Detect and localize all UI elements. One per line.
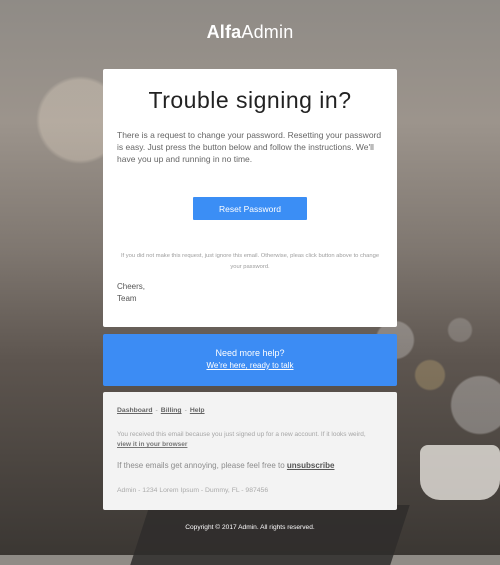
received-notice: You received this email because you just… — [117, 430, 383, 450]
received-text: You received this email because you just… — [117, 431, 366, 438]
ignore-note: If you did not make this request, just i… — [120, 253, 380, 270]
footer-link-dashboard[interactable]: Dashboard — [117, 407, 153, 414]
logo-regular-text: Admin — [241, 22, 294, 42]
copyright: Copyright © 2017 Admin. All rights reser… — [185, 524, 315, 531]
unsubscribe-notice: If these emails get annoying, please fee… — [117, 461, 383, 470]
footer-link-help[interactable]: Help — [190, 407, 205, 414]
page-title: Trouble signing in? — [148, 87, 352, 113]
help-title: Need more help? — [215, 348, 285, 358]
signoff-cheers: Cheers, — [117, 282, 146, 291]
background-laptop — [130, 505, 410, 565]
instructions-text: There is a request to change your passwo… — [117, 130, 382, 164]
contact-link[interactable]: We’re here, ready to talk — [103, 361, 397, 370]
footer-link-billing[interactable]: Billing — [161, 407, 182, 414]
footer-separator: - — [184, 407, 187, 414]
view-in-browser-link[interactable]: view it in your browser — [117, 441, 187, 448]
reset-password-button[interactable]: Reset Password — [193, 197, 307, 220]
unsubscribe-link[interactable]: unsubscribe — [287, 461, 335, 470]
reset-password-card: Trouble signing in? There is a request t… — [103, 69, 397, 327]
footer-card: Dashboard - Billing - Help You received this… — [103, 392, 397, 510]
signoff: Cheers, Team — [117, 281, 145, 305]
brand-logo: AlfaAdmin — [0, 22, 500, 43]
footer-address: Admin - 1234 Lorem Ipsum - Dummy, FL - 9… — [117, 487, 269, 494]
background-cup — [420, 445, 500, 500]
footer-links: Dashboard - Billing - Help — [117, 407, 205, 414]
help-box: Need more help? We’re here, ready to tal… — [103, 334, 397, 386]
signoff-team: Team — [117, 294, 137, 303]
logo-bold-text: Alfa — [206, 22, 242, 42]
annoying-text: If these emails get annoying, please fee… — [117, 461, 285, 470]
footer-separator: - — [155, 407, 158, 414]
